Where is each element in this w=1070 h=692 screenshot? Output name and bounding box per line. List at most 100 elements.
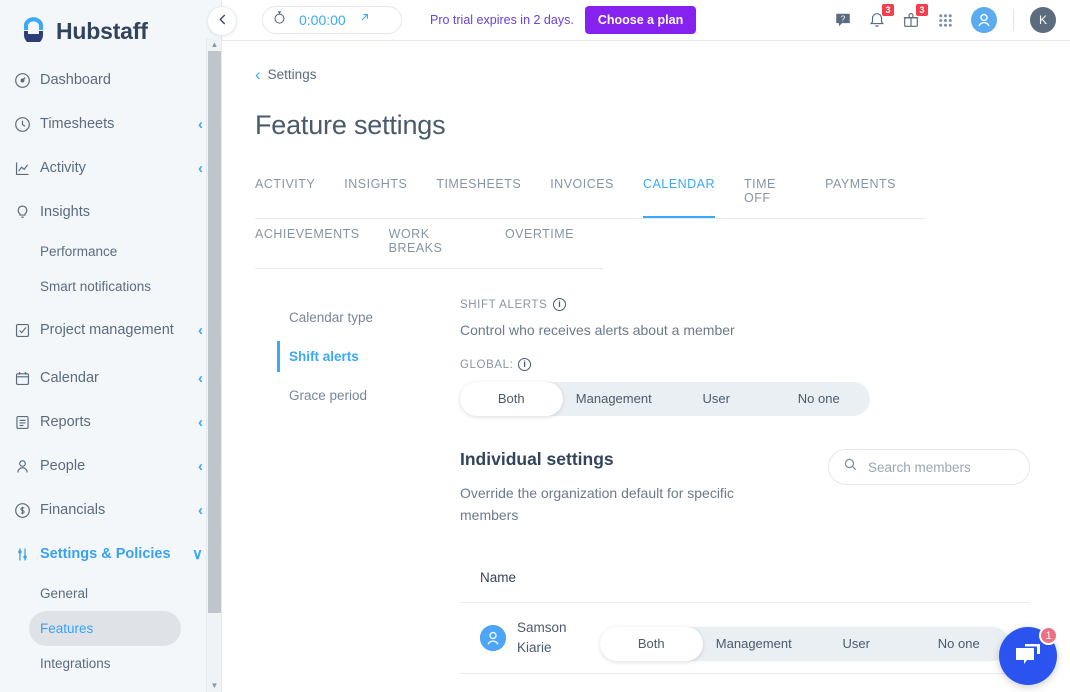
sidebar-item-calendar[interactable]: Calendar ‹ (0, 356, 221, 400)
individual-settings-description: Override the organization default for sp… (460, 485, 734, 523)
individual-settings-title: Individual settings (460, 449, 614, 469)
report-icon (14, 414, 40, 431)
global-option-management[interactable]: Management (563, 382, 666, 416)
scroll-down-arrow-icon[interactable]: ▼ (207, 679, 222, 692)
timer-widget[interactable]: 0:00:00 (262, 6, 402, 34)
subnav-item-calendar-type[interactable]: Calendar type (277, 298, 460, 337)
sidebar-item-financials[interactable]: Financials ‹ (0, 488, 221, 532)
chat-badge: 1 (1039, 626, 1058, 645)
search-icon (843, 457, 858, 477)
sidebar-item-label: Project management (40, 321, 174, 338)
sidebar-scrollbar[interactable]: ▲ ▼ (206, 38, 221, 692)
sidebar-item-insights[interactable]: Insights (0, 190, 221, 234)
sidebar-item-performance[interactable]: Performance (0, 234, 221, 269)
stopwatch-icon (272, 10, 287, 30)
sidebar-item-settings-policies[interactable]: Settings & Policies ∨ (0, 532, 221, 576)
tab-calendar[interactable]: CALENDAR (642, 169, 716, 218)
notifications-badge: 3 (882, 4, 894, 16)
chat-bubble-icon (1013, 639, 1043, 674)
chevron-left-icon: ‹ (198, 369, 203, 387)
user-avatar-icon (480, 625, 506, 651)
tab-invoices[interactable]: INVOICES (550, 169, 614, 218)
apps-grid-icon[interactable] (936, 11, 955, 30)
sidebar-item-reports[interactable]: Reports ‹ (0, 400, 221, 444)
sidebar-item-label: Settings & Policies (40, 546, 171, 562)
app-root: Hubstaff Dashboard Timesheets ‹ Activity… (0, 0, 1070, 692)
global-option-no-one[interactable]: No one (768, 382, 871, 416)
search-members-box[interactable] (828, 449, 1030, 485)
tab-work-breaks[interactable]: WORK BREAKS (389, 219, 476, 268)
info-icon[interactable]: i (553, 298, 567, 311)
sidebar-item-general[interactable]: General (0, 576, 221, 611)
sidebar-item-dashboard[interactable]: Dashboard (0, 58, 221, 102)
sidebar-item-timesheets[interactable]: Timesheets ‹ (0, 102, 221, 146)
hubstaff-logo-icon (20, 15, 47, 47)
member-name-line1: Samson (517, 620, 567, 635)
help-icon[interactable]: ? (834, 11, 852, 29)
scrollbar-thumb[interactable] (208, 51, 221, 613)
avatar[interactable]: K (1030, 7, 1056, 33)
choose-plan-button[interactable]: Choose a plan (584, 6, 697, 34)
tab-achievements[interactable]: ACHIEVEMENTS (255, 219, 360, 268)
back-arrow-icon (215, 12, 230, 31)
notifications-bell[interactable]: 3 (868, 4, 894, 29)
topbar-divider (1013, 9, 1014, 31)
trial-notice: Pro trial expires in 2 days. (430, 13, 574, 27)
tab-timesheets[interactable]: TIMESHEETS (436, 169, 521, 218)
person-icon (14, 458, 40, 475)
individual-settings-header: Individual settings Override the organiz… (460, 449, 1030, 526)
arrow-up-right-icon[interactable] (358, 11, 371, 29)
chat-widget-button[interactable]: 1 (999, 626, 1058, 685)
gift-icon[interactable]: 3 (902, 4, 928, 29)
gauge-icon (14, 72, 40, 89)
member-option-user[interactable]: User (805, 627, 908, 661)
info-icon[interactable]: i (518, 358, 532, 371)
sidebar-item-smart-notifications[interactable]: Smart notifications (0, 269, 221, 304)
tab-payments[interactable]: PAYMENTS (825, 169, 896, 218)
subnav-item-grace-period[interactable]: Grace period (277, 376, 460, 415)
sidebar-item-label: Reports (40, 414, 91, 430)
scroll-up-arrow-icon[interactable]: ▲ (207, 38, 222, 51)
search-input[interactable] (868, 459, 1018, 475)
chevron-left-icon: ‹ (198, 159, 203, 177)
breadcrumb[interactable]: ‹ Settings (255, 66, 1070, 83)
member-option-management[interactable]: Management (703, 627, 806, 661)
tab-overtime[interactable]: OVERTIME (505, 219, 574, 268)
user-circle-icon[interactable] (971, 7, 997, 33)
svg-text:?: ? (841, 14, 846, 23)
shift-alerts-panel: SHIFT ALERTS i Control who receives aler… (460, 298, 1070, 692)
table-row: Samson Kiarie Both Management User No on… (460, 673, 1030, 692)
brand-logo[interactable]: Hubstaff (0, 0, 221, 46)
member-option-both[interactable]: Both (600, 626, 703, 661)
feature-tabs-row-1: ACTIVITY INSIGHTS TIMESHEETS INVOICES CA… (255, 169, 925, 219)
tab-time-off[interactable]: TIME OFF (744, 169, 796, 218)
sidebar-item-features[interactable]: Features (29, 611, 181, 646)
member-alert-toggle: Both Management User No one (600, 626, 1011, 661)
sidebar-item-integrations[interactable]: Integrations (0, 646, 221, 681)
sidebar-item-label: Insights (40, 204, 90, 220)
dollar-circle-icon (14, 502, 40, 519)
global-alert-toggle: Both Management User No one (460, 382, 870, 416)
sidebar-item-people[interactable]: People ‹ (0, 444, 221, 488)
column-header-name: Name (480, 570, 517, 585)
main-area: 0:00:00 Pro trial expires in 2 days. Cho… (207, 0, 1070, 692)
global-option-user[interactable]: User (665, 382, 768, 416)
chevron-left-icon: ‹ (198, 413, 203, 431)
back-button[interactable] (207, 6, 237, 36)
page-title: Feature settings (255, 110, 446, 140)
global-label-text: GLOBAL: (460, 358, 514, 371)
subnav-item-shift-alerts[interactable]: Shift alerts (277, 337, 460, 376)
page-content: ‹ Settings Feature settings ACTIVITY INS… (222, 41, 1070, 692)
chart-icon (14, 160, 40, 177)
tab-activity[interactable]: ACTIVITY (255, 169, 315, 218)
sidebar-item-activity[interactable]: Activity ‹ (0, 146, 221, 190)
chevron-left-icon: ‹ (198, 457, 203, 475)
timer-value: 0:00:00 (299, 12, 346, 28)
global-label: GLOBAL: i (460, 358, 1030, 371)
tab-insights[interactable]: INSIGHTS (344, 169, 407, 218)
sidebar-item-label: People (40, 458, 86, 474)
brand-name: Hubstaff (56, 17, 148, 44)
sidebar-item-project-management[interactable]: Project management ‹ (0, 304, 221, 356)
member-option-no-one[interactable]: No one (908, 627, 1011, 661)
global-option-both[interactable]: Both (460, 382, 563, 416)
